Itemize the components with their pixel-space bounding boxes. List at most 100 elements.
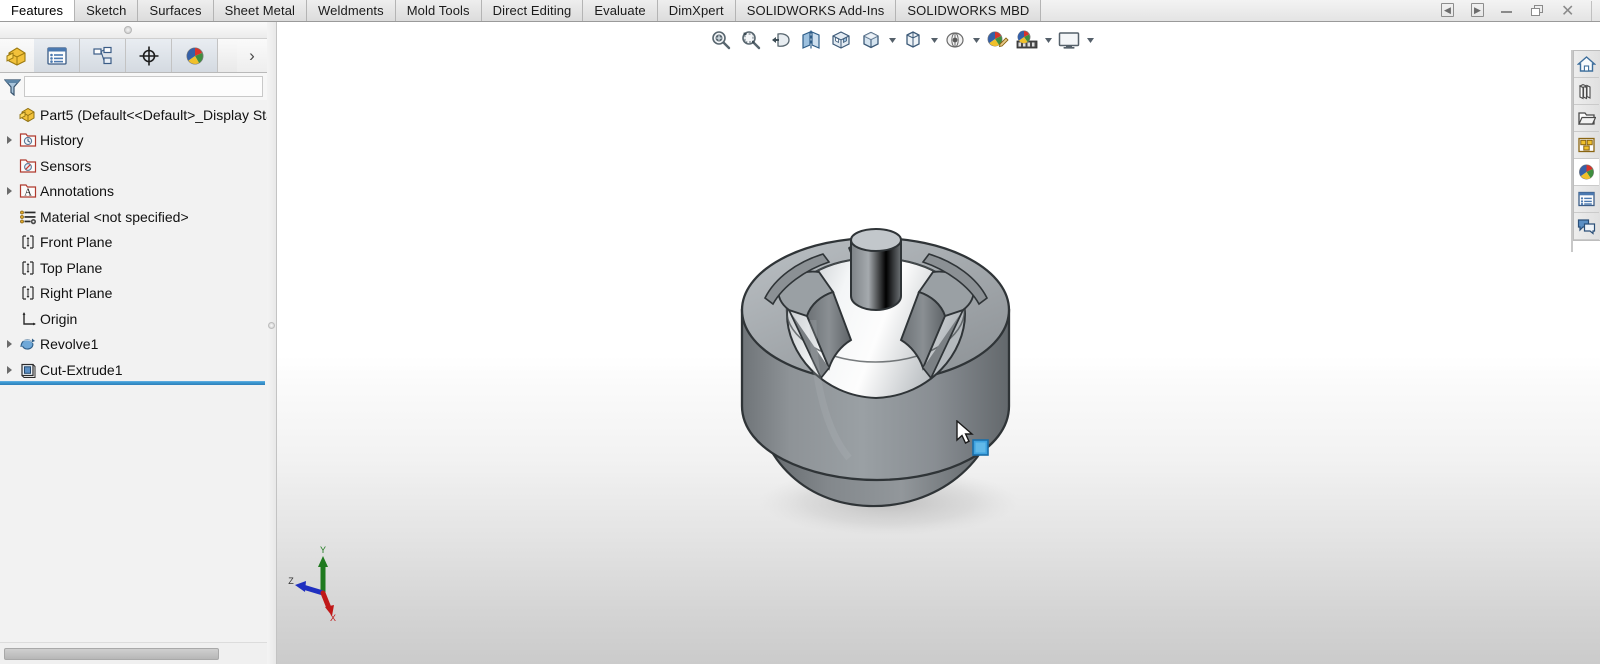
panel-vertical-splitter[interactable] <box>267 22 277 664</box>
edit-appearance-button[interactable] <box>941 26 969 54</box>
view-settings-dropdown[interactable] <box>1043 26 1053 54</box>
tree-item-label: Part5 (Default<<Default>_Display State <box>40 106 267 123</box>
task-pane-custom-properties-button[interactable] <box>1574 186 1599 213</box>
task-pane-home-button[interactable] <box>1574 51 1599 78</box>
triad-z-label: Z <box>288 576 294 586</box>
tree-item-label: Cut-Extrude1 <box>40 361 123 378</box>
manager-panel-expand-button[interactable]: › <box>237 39 267 72</box>
viewport-button[interactable] <box>1055 26 1083 54</box>
origin-icon <box>16 310 40 328</box>
tree-item-label: Annotations <box>40 183 114 200</box>
tree-item-revolve1[interactable]: Revolve1 <box>0 332 267 358</box>
task-pane-solidworks-forum-button[interactable] <box>1574 213 1599 240</box>
tab-sketch[interactable]: Sketch <box>75 0 139 21</box>
chevron-right-icon <box>6 136 12 145</box>
tab-solidworks-add-ins[interactable]: SOLIDWORKS Add-Ins <box>735 0 897 21</box>
section-view-icon <box>802 30 820 50</box>
model-body-revolved-chuck[interactable] <box>717 192 1057 552</box>
file-explorer-icon <box>1578 112 1596 125</box>
tab-feature-manager-design-tree[interactable] <box>0 39 34 72</box>
task-pane-view-palette-button[interactable] <box>1574 132 1599 159</box>
feature-tree[interactable]: Part5 (Default<<Default>_Display State H… <box>0 100 267 642</box>
document-next-button[interactable]: ▶ <box>1471 3 1487 19</box>
custom-properties-icon <box>1578 191 1595 207</box>
splitter-handle-icon[interactable] <box>124 26 132 34</box>
triad-x-label: X <box>330 613 336 622</box>
view-palette-icon <box>1578 137 1595 153</box>
manager-tab-strip: › <box>0 39 267 73</box>
task-pane-file-explorer-button[interactable] <box>1574 105 1599 132</box>
tab-property-manager[interactable] <box>34 39 80 72</box>
previous-view-button[interactable] <box>767 26 795 54</box>
tab-label: Features <box>11 3 64 18</box>
display-style-dropdown[interactable] <box>887 26 897 54</box>
tree-item-history[interactable]: History <box>0 128 267 154</box>
chevron-down-icon <box>1044 37 1052 43</box>
filter-funnel-icon-wrap <box>0 78 24 96</box>
tree-item-cut-extrude1[interactable]: Cut-Extrude1 <box>0 357 267 383</box>
chevron-right-icon <box>6 340 12 349</box>
tree-item-label: History <box>40 132 84 149</box>
graphics-area[interactable]: Y Z X <box>277 22 1600 664</box>
tree-item-material[interactable]: Material <not specified> <box>0 204 267 230</box>
tab-sheet-metal[interactable]: Sheet Metal <box>213 0 308 21</box>
edit-appearance-dropdown[interactable] <box>971 26 981 54</box>
nav-next-icon: ▶ <box>1474 4 1481 15</box>
tree-item-part-root[interactable]: Part5 (Default<<Default>_Display State <box>0 102 267 128</box>
tree-item-origin[interactable]: Origin <box>0 306 267 332</box>
tree-horizontal-scrollbar[interactable] <box>0 642 267 664</box>
apply-scene-button[interactable] <box>983 26 1011 54</box>
document-previous-button[interactable]: ◀ <box>1441 3 1457 19</box>
tree-expander[interactable] <box>2 136 16 145</box>
hide-show-dropdown[interactable] <box>929 26 939 54</box>
splitter-handle-icon[interactable] <box>268 322 275 329</box>
tree-item-top-plane[interactable]: Top Plane <box>0 255 267 281</box>
task-pane-design-library-button[interactable] <box>1574 78 1599 105</box>
tree-item-label: Material <not specified> <box>40 208 189 225</box>
previous-view-icon <box>772 33 790 47</box>
feature-manager-design-tree-icon <box>6 46 26 66</box>
chevron-right-icon <box>6 365 12 374</box>
tree-expander[interactable] <box>2 340 16 349</box>
scrollbar-thumb[interactable] <box>4 648 219 660</box>
tab-evaluate[interactable]: Evaluate <box>583 0 658 21</box>
tab-solidworks-mbd[interactable]: SOLIDWORKS MBD <box>896 0 1042 21</box>
tab-surfaces[interactable]: Surfaces <box>138 0 214 21</box>
filter-funnel-icon <box>3 78 21 96</box>
tree-filter-input[interactable] <box>24 76 263 97</box>
view-orientation-button[interactable] <box>827 26 855 54</box>
minimize-button[interactable] <box>1501 3 1517 19</box>
tree-item-right-plane[interactable]: Right Plane <box>0 281 267 307</box>
plane-icon <box>16 284 40 302</box>
zoom-to-area-icon <box>742 31 761 50</box>
tree-expander[interactable] <box>2 365 16 374</box>
display-style-button[interactable] <box>857 26 885 54</box>
tab-configuration-manager[interactable] <box>80 39 126 72</box>
tab-direct-editing[interactable]: Direct Editing <box>481 0 584 21</box>
tree-item-sensors[interactable]: Sensors <box>0 153 267 179</box>
close-button[interactable]: ✕ <box>1561 3 1577 19</box>
viewport-dropdown[interactable] <box>1085 26 1095 54</box>
view-settings-button[interactable] <box>1013 26 1041 54</box>
section-view-button[interactable] <box>797 26 825 54</box>
tree-item-annotations[interactable]: A Annotations <box>0 179 267 205</box>
tab-weldments[interactable]: Weldments <box>307 0 396 21</box>
tree-item-front-plane[interactable]: Front Plane <box>0 230 267 256</box>
chevron-right-icon <box>6 187 12 196</box>
tab-mold-tools[interactable]: Mold Tools <box>395 0 482 21</box>
annotations-folder-icon: A <box>16 182 40 200</box>
tab-features[interactable]: Features <box>0 0 76 21</box>
tab-dimxpert[interactable]: DimXpert <box>657 0 736 21</box>
task-pane <box>1573 50 1600 241</box>
tree-expander[interactable] <box>2 187 16 196</box>
restore-button[interactable] <box>1531 3 1547 19</box>
zoom-to-area-button[interactable] <box>737 26 765 54</box>
chevron-down-icon <box>1086 37 1094 43</box>
tab-dimxpert-manager[interactable] <box>126 39 172 72</box>
panel-horizontal-splitter[interactable] <box>0 22 267 39</box>
configuration-manager-icon <box>92 46 112 64</box>
tab-display-manager[interactable] <box>172 39 218 72</box>
hide-show-items-button[interactable] <box>899 26 927 54</box>
task-pane-appearances-scenes-button[interactable] <box>1574 159 1599 186</box>
zoom-to-fit-button[interactable] <box>707 26 735 54</box>
